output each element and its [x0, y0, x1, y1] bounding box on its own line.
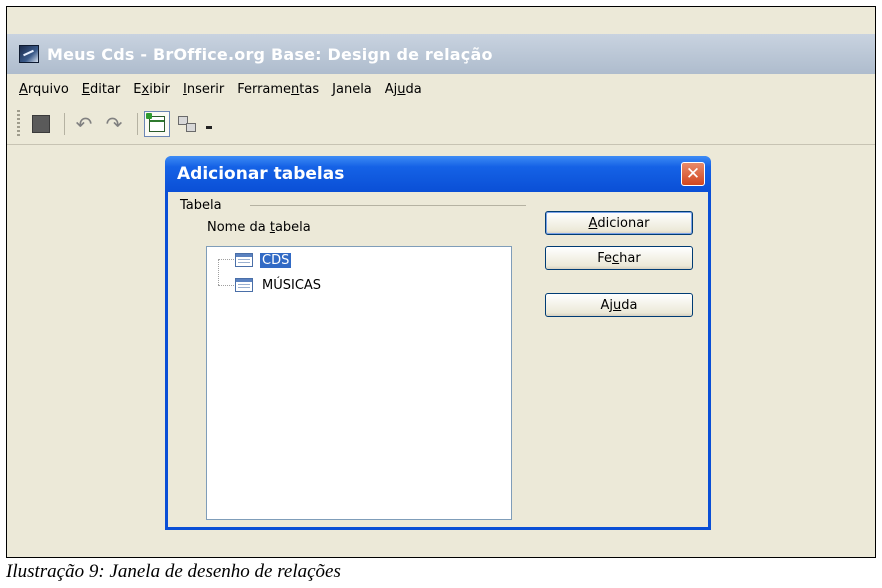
- menu-inserir[interactable]: Inserir: [183, 82, 224, 97]
- add-table-icon: [146, 113, 165, 132]
- redo-icon: ↷: [105, 112, 123, 136]
- help-button[interactable]: Aj u da: [545, 293, 693, 317]
- menu-arquivo[interactable]: Arquivo: [19, 82, 69, 97]
- menu-exibir[interactable]: Exibir: [133, 82, 170, 97]
- group-divider: [250, 205, 526, 206]
- close-button[interactable]: Fe c har: [545, 246, 693, 270]
- menu-ajuda[interactable]: Ajuda: [385, 82, 422, 97]
- tree-connector: [218, 285, 234, 287]
- list-item-musicas[interactable]: MÚSICAS: [235, 276, 321, 294]
- table-icon: [235, 278, 253, 292]
- toolbar-separator: [137, 113, 138, 135]
- dialog-title: Adicionar tabelas: [177, 164, 345, 184]
- toolbar-separator: [64, 113, 65, 135]
- save-button[interactable]: [28, 111, 54, 137]
- toolbar-grip[interactable]: [17, 110, 20, 138]
- save-icon: [32, 115, 50, 133]
- dialog-body: Tabela Nome da tabela CDS MÚSICAS Adicio…: [168, 192, 708, 527]
- list-item-label: CDS: [260, 252, 292, 268]
- undo-button[interactable]: ↶: [71, 111, 97, 137]
- menu-janela[interactable]: Janela: [332, 82, 372, 97]
- list-item-cds[interactable]: CDS: [235, 251, 292, 269]
- window-title: Meus Cds - BrOffice.org Base: Design de …: [47, 44, 493, 64]
- undo-icon: ↶: [75, 112, 93, 136]
- redo-button[interactable]: ↷: [101, 111, 127, 137]
- menu-editar[interactable]: Editar: [82, 82, 121, 97]
- new-relation-button[interactable]: [174, 111, 200, 137]
- dialog-titlebar: Adicionar tabelas ✕: [165, 156, 711, 192]
- add-button[interactable]: Adicionar: [545, 211, 693, 235]
- tree-connector: [218, 259, 220, 285]
- menu-ferramentas[interactable]: Ferramentas: [237, 82, 319, 97]
- add-tables-dialog: Adicionar tabelas ✕ Tabela Nome da tabel…: [165, 156, 711, 530]
- broffice-app-icon: [19, 45, 39, 63]
- relation-icon: [178, 116, 196, 132]
- dialog-close-button[interactable]: ✕: [681, 162, 705, 186]
- toolbar: ↶ ↷: [7, 104, 875, 145]
- add-tables-button[interactable]: [144, 111, 170, 137]
- table-icon: [235, 253, 253, 267]
- window-titlebar: Meus Cds - BrOffice.org Base: Design de …: [7, 34, 875, 74]
- table-group-label: Tabela: [180, 198, 222, 213]
- toolbar-options-arrow-icon[interactable]: [206, 119, 212, 129]
- list-item-label: MÚSICAS: [262, 277, 322, 293]
- figure-caption: Ilustração 9: Janela de desenho de relaç…: [6, 561, 341, 582]
- tree-connector: [218, 259, 234, 261]
- menubar: Arquivo Editar Exibir Inserir Ferramenta…: [7, 74, 875, 104]
- close-icon: ✕: [685, 163, 701, 184]
- table-name-label: Nome da tabela: [207, 220, 311, 235]
- table-list[interactable]: CDS MÚSICAS: [206, 246, 512, 520]
